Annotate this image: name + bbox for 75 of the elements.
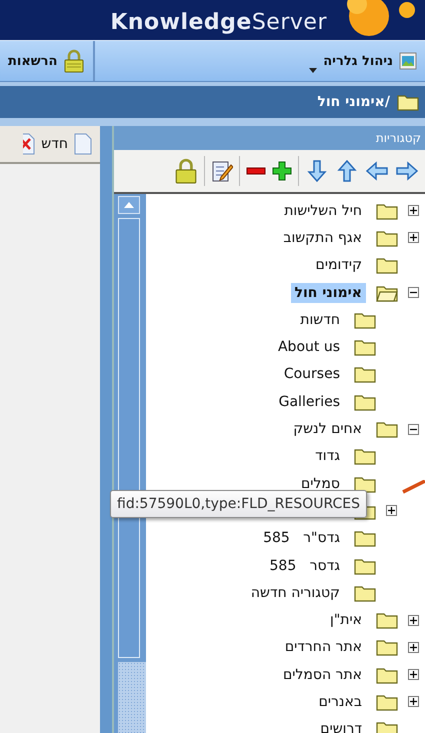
plus-icon: [410, 644, 417, 651]
lock-icon: [63, 49, 86, 73]
collapse-toggle[interactable]: [408, 287, 419, 298]
folder-icon: [354, 529, 376, 548]
expand-toggle[interactable]: [408, 696, 419, 708]
minus-icon[interactable]: [246, 167, 266, 175]
folder-icon: [376, 638, 398, 656]
tree-item[interactable]: גדס"ר 585: [259, 528, 344, 548]
plus-icon: [410, 234, 417, 242]
lock-icon[interactable]: [174, 158, 198, 184]
delete-icon: [23, 133, 36, 155]
folder-icon: [376, 666, 398, 684]
plus-icon: [410, 207, 417, 214]
edit-icon[interactable]: [211, 159, 233, 183]
tree-item[interactable]: גדסר 585: [266, 556, 344, 576]
permissions-button[interactable]: הרשאות: [0, 41, 96, 81]
product-logo: KnowledgeServer: [110, 8, 327, 34]
collapse-toggle[interactable]: [408, 424, 419, 435]
expand-toggle[interactable]: [386, 505, 397, 516]
folder-icon: [376, 720, 398, 733]
tree-item[interactable]: באנרים: [314, 692, 366, 712]
plus-icon: [410, 671, 417, 678]
folder-icon: [354, 474, 376, 493]
tree-item[interactable]: אחים לנשק: [289, 419, 366, 440]
folder-icon: [354, 338, 376, 356]
right-arrow-icon[interactable]: [395, 159, 419, 183]
expand-toggle[interactable]: [408, 642, 419, 653]
tree-item[interactable]: אית"ן: [326, 610, 366, 630]
tree-item[interactable]: אגף התקשוב: [279, 228, 366, 248]
tree-item[interactable]: חדשות: [296, 310, 344, 330]
scrollbar-track[interactable]: [118, 662, 146, 733]
folder-icon: [376, 256, 398, 274]
folder-icon: [354, 310, 376, 329]
expand-toggle[interactable]: [408, 205, 419, 216]
tree-item[interactable]: אתר הסמלים: [278, 664, 366, 685]
gallery-menu[interactable]: ניהול גלריה: [95, 41, 425, 81]
tree-item[interactable]: גדוד: [311, 446, 344, 466]
folder-icon: [376, 692, 398, 711]
document-icon: [74, 133, 92, 155]
plus-icon: [388, 507, 395, 514]
tooltip: fid:57590L0,type:FLD_RESOURCES: [110, 490, 368, 518]
up-arrow-icon: [124, 202, 134, 208]
up-arrow-icon[interactable]: [335, 159, 359, 183]
tree-item[interactable]: Galleries: [274, 392, 344, 412]
picture-icon: [399, 52, 417, 70]
folder-icon: [354, 556, 376, 574]
breadcrumb-path: /אימוני חול: [317, 93, 419, 111]
caret-icon: [309, 68, 318, 73]
folder-icon: [354, 392, 376, 411]
down-arrow-icon[interactable]: [305, 159, 329, 183]
left-arrow-icon[interactable]: [365, 159, 389, 183]
plus-icon[interactable]: [272, 161, 292, 181]
expand-toggle[interactable]: [408, 669, 419, 680]
folder-icon: [376, 420, 398, 438]
panel-title: קטגוריות: [114, 126, 425, 150]
folder-icon: [376, 611, 398, 630]
tree-item[interactable]: Courses: [280, 364, 344, 384]
folder-icon: [376, 202, 398, 220]
tree-item[interactable]: דרושים: [316, 719, 366, 733]
folder-icon: [354, 365, 376, 384]
tree-item[interactable]: About us: [274, 337, 344, 358]
plus-icon: [410, 698, 417, 706]
plus-icon: [410, 616, 417, 624]
folder-icon: [397, 93, 419, 111]
tree-item[interactable]: אימוני חול: [290, 282, 366, 303]
tree-item[interactable]: קידומים: [312, 255, 366, 276]
folder-icon: [376, 228, 398, 247]
tree-item[interactable]: קטגוריה חדשה: [246, 582, 344, 603]
tree-item[interactable]: חיל השלישות: [280, 200, 366, 221]
expand-toggle[interactable]: [408, 614, 419, 626]
folder-icon: [354, 447, 376, 466]
open-folder-icon: [376, 284, 398, 302]
folder-icon: [354, 584, 376, 602]
tree-item[interactable]: אתר החרדים: [280, 637, 366, 658]
expand-toggle[interactable]: [408, 232, 419, 244]
